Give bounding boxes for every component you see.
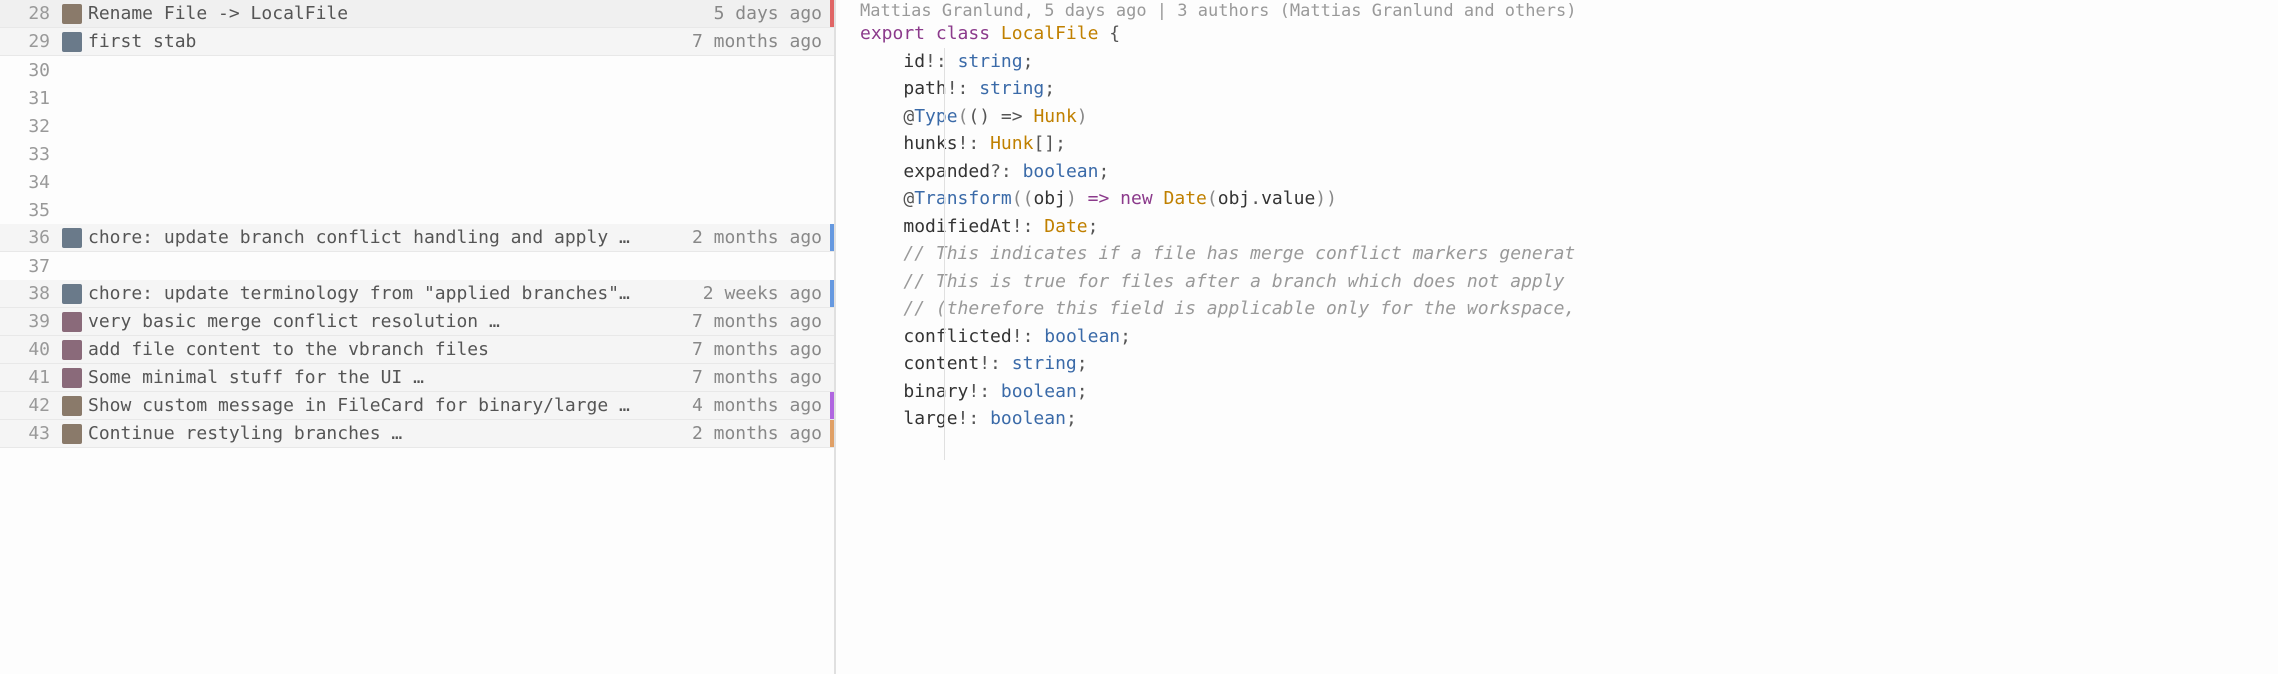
- code-line[interactable]: path!: string;: [860, 75, 2278, 103]
- change-indicator: [830, 28, 834, 55]
- line-number: 42: [0, 395, 62, 416]
- avatar-icon: [62, 4, 82, 24]
- change-indicator: [830, 392, 834, 419]
- change-indicator: [830, 84, 834, 112]
- commit-message: Show custom message in FileCard for bina…: [88, 395, 692, 416]
- change-indicator: [830, 336, 834, 363]
- code-line[interactable]: export class LocalFile {: [860, 20, 2278, 48]
- change-indicator: [830, 112, 834, 140]
- blame-row[interactable]: 39 very basic merge conflict resolution ……: [0, 308, 834, 336]
- line-number: 32: [0, 116, 62, 137]
- code-line[interactable]: [860, 433, 2278, 461]
- code-lens-header[interactable]: Mattias Granlund, 5 days ago | 3 authors…: [860, 0, 2278, 20]
- brace: {: [1109, 23, 1120, 44]
- code-line[interactable]: // (therefore this field is applicable o…: [860, 295, 2278, 323]
- code-line[interactable]: large!: boolean;: [860, 405, 2278, 433]
- change-indicator: [830, 196, 834, 224]
- code-line[interactable]: @Type(() => Hunk): [860, 103, 2278, 131]
- change-indicator: [830, 420, 834, 447]
- change-indicator: [830, 252, 834, 280]
- blame-row[interactable]: 42 Show custom message in FileCard for bi…: [0, 392, 834, 420]
- commit-message: Some minimal stuff for the UI …: [88, 367, 692, 388]
- blame-row[interactable]: 36 chore: update branch conflict handling…: [0, 224, 834, 252]
- commit-message: Continue restyling branches …: [88, 423, 692, 444]
- change-indicator: [830, 308, 834, 335]
- code-line[interactable]: hunks!: Hunk[];: [860, 130, 2278, 158]
- keyword-export: export: [860, 23, 925, 44]
- code-line[interactable]: binary!: boolean;: [860, 378, 2278, 406]
- line-number: 29: [0, 31, 62, 52]
- line-number: 43: [0, 423, 62, 444]
- commit-date: 7 months ago: [692, 339, 830, 360]
- avatar-icon: [62, 312, 82, 332]
- blame-row: 37: [0, 252, 834, 280]
- change-indicator: [830, 364, 834, 391]
- blame-row[interactable]: 41 Some minimal stuff for the UI …7 month…: [0, 364, 834, 392]
- blame-row[interactable]: 29 first stab7 months ago: [0, 28, 834, 56]
- blame-row: 30: [0, 56, 834, 84]
- commit-message: first stab: [88, 31, 692, 52]
- commit-date: 4 months ago: [692, 395, 830, 416]
- code-line[interactable]: conflicted!: boolean;: [860, 323, 2278, 351]
- blame-row: 31: [0, 84, 834, 112]
- line-number: 34: [0, 172, 62, 193]
- commit-date: 2 months ago: [692, 227, 830, 248]
- blame-row: 33: [0, 140, 834, 168]
- commit-message: add file content to the vbranch files: [88, 339, 692, 360]
- avatar-icon: [62, 32, 82, 52]
- line-number: 35: [0, 200, 62, 221]
- commit-date: 5 days ago: [714, 3, 830, 24]
- change-indicator: [830, 56, 834, 84]
- commit-date: 7 months ago: [692, 367, 830, 388]
- change-indicator: [830, 0, 834, 27]
- blame-row[interactable]: 40 add file content to the vbranch files7…: [0, 336, 834, 364]
- commit-date: 2 weeks ago: [703, 283, 830, 304]
- blame-row: 35: [0, 196, 834, 224]
- line-number: 38: [0, 283, 62, 304]
- commit-message: chore: update terminology from "applied …: [88, 283, 703, 304]
- code-line[interactable]: @Transform((obj) => new Date(obj.value)): [860, 185, 2278, 213]
- commit-message: very basic merge conflict resolution …: [88, 311, 692, 332]
- code-editor-panel: Mattias Granlund, 5 days ago | 3 authors…: [836, 0, 2278, 674]
- line-number: 28: [0, 3, 62, 24]
- blame-row[interactable]: 28 Rename File -> LocalFile5 days ago: [0, 0, 834, 28]
- change-indicator: [830, 224, 834, 251]
- code-line[interactable]: modifiedAt!: Date;: [860, 213, 2278, 241]
- code-line[interactable]: content!: string;: [860, 350, 2278, 378]
- line-number: 33: [0, 144, 62, 165]
- avatar-icon: [62, 396, 82, 416]
- blame-row[interactable]: 38 chore: update terminology from "applie…: [0, 280, 834, 308]
- blame-row[interactable]: 43 Continue restyling branches …2 months …: [0, 420, 834, 448]
- code-line[interactable]: // This indicates if a file has merge co…: [860, 240, 2278, 268]
- commit-date: 2 months ago: [692, 423, 830, 444]
- avatar-icon: [62, 424, 82, 444]
- commit-message: chore: update branch conflict handling a…: [88, 227, 692, 248]
- commit-date: 7 months ago: [692, 311, 830, 332]
- code-line[interactable]: expanded?: boolean;: [860, 158, 2278, 186]
- line-number: 39: [0, 311, 62, 332]
- line-number: 40: [0, 339, 62, 360]
- avatar-icon: [62, 368, 82, 388]
- line-number: 31: [0, 88, 62, 109]
- keyword-class: class: [936, 23, 990, 44]
- class-name: LocalFile: [1001, 23, 1099, 44]
- change-indicator: [830, 280, 834, 307]
- commit-date: 7 months ago: [692, 31, 830, 52]
- avatar-icon: [62, 228, 82, 248]
- change-indicator: [830, 168, 834, 196]
- code-line[interactable]: id!: string;: [860, 48, 2278, 76]
- line-number: 36: [0, 227, 62, 248]
- line-number: 41: [0, 367, 62, 388]
- line-number: 37: [0, 256, 62, 277]
- code-line[interactable]: // This is true for files after a branch…: [860, 268, 2278, 296]
- line-number: 30: [0, 60, 62, 81]
- git-blame-panel: 28 Rename File -> LocalFile5 days ago 29 fi…: [0, 0, 836, 674]
- blame-row: 34: [0, 168, 834, 196]
- avatar-icon: [62, 340, 82, 360]
- blame-row: 32: [0, 112, 834, 140]
- change-indicator: [830, 140, 834, 168]
- avatar-icon: [62, 284, 82, 304]
- commit-message: Rename File -> LocalFile: [88, 3, 714, 24]
